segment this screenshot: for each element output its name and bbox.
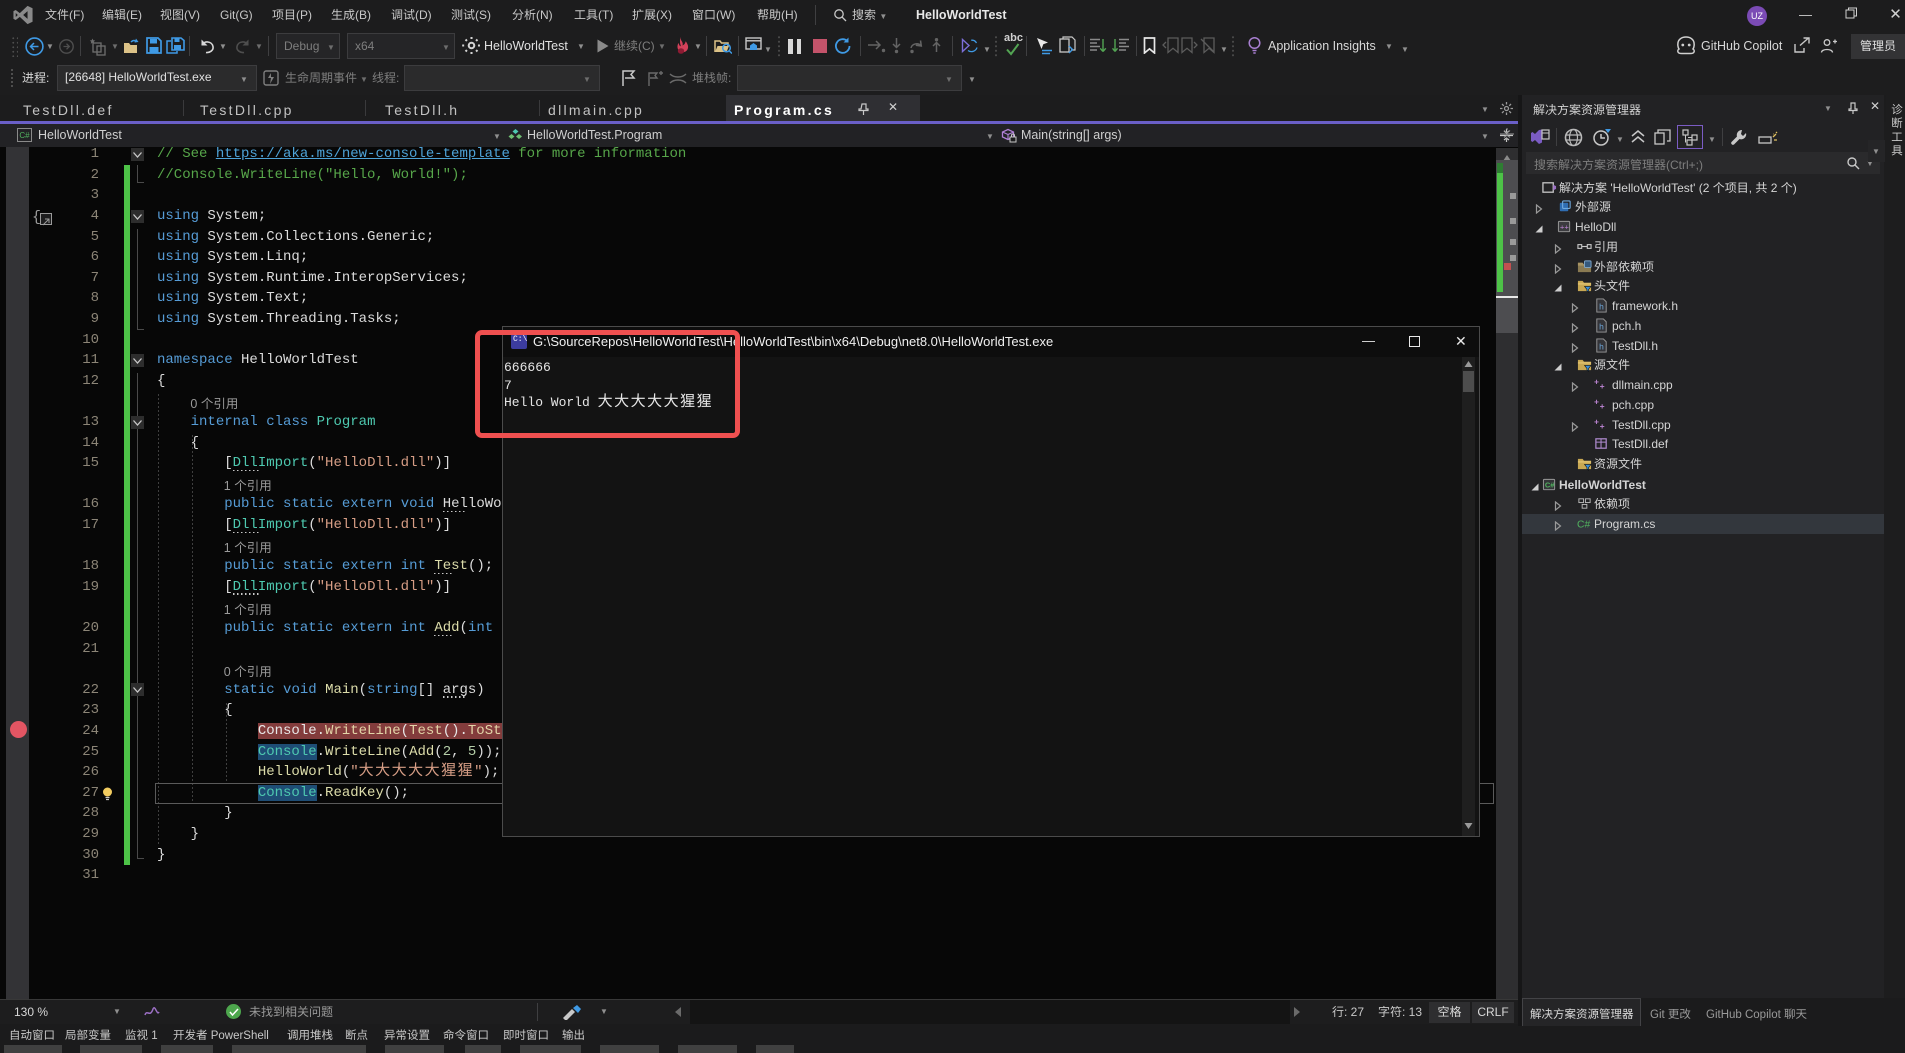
svg-text:+: + [1600, 402, 1605, 412]
svg-text:+: + [1600, 382, 1605, 392]
svg-text:+: + [1594, 378, 1599, 388]
svg-text:h: h [1599, 321, 1604, 331]
svg-text:h: h [1599, 341, 1604, 351]
svg-text:h: h [1599, 301, 1604, 311]
svg-text:+: + [1594, 417, 1599, 427]
svg-text:+: + [1594, 397, 1599, 407]
svg-text:++: ++ [1560, 224, 1570, 232]
svg-text:+: + [1600, 422, 1605, 432]
svg-text:C#: C# [1577, 519, 1590, 530]
svg-text:C#: C# [1545, 480, 1555, 489]
